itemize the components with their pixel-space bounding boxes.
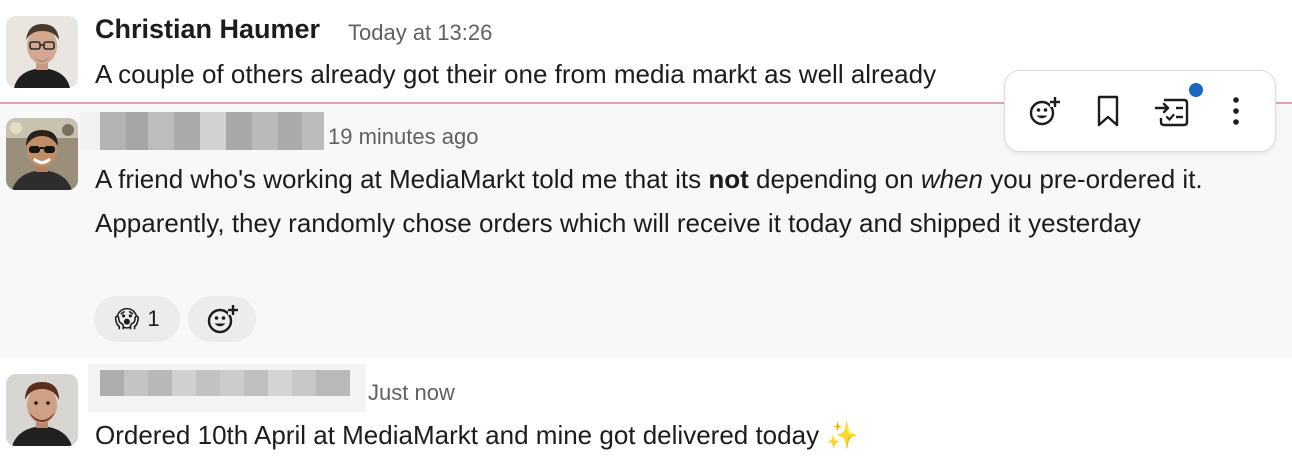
- message-text: Ordered 10th April at MediaMarkt and min…: [95, 413, 1285, 457]
- text-italic: when: [920, 164, 983, 194]
- more-actions-icon: [1233, 97, 1239, 125]
- avatar-user-2[interactable]: [6, 118, 78, 190]
- message-actions-toolbar: [1004, 70, 1276, 152]
- text-segment: depending on: [748, 164, 921, 194]
- reaction-emoji: 😱: [114, 305, 140, 333]
- avatar-image: [6, 16, 78, 88]
- avatar-image: [6, 374, 78, 446]
- text-segment: Ordered 10th April at MediaMarkt and min…: [95, 420, 820, 450]
- sparkles-emoji: ✨: [826, 420, 859, 450]
- reaction-scream[interactable]: 😱 1: [94, 296, 180, 342]
- message-text: A friend who's working at MediaMarkt tol…: [95, 157, 1285, 245]
- redacted-author-name: [88, 364, 366, 412]
- avatar-image: [6, 118, 78, 190]
- reaction-count: 1: [147, 306, 160, 331]
- notification-badge: [1187, 81, 1205, 99]
- timestamp[interactable]: 19 minutes ago: [328, 124, 478, 150]
- create-task-icon: [1154, 98, 1189, 127]
- text-segment: A friend who's working at MediaMarkt tol…: [95, 164, 709, 194]
- bookmark-icon: [1097, 95, 1119, 127]
- add-reaction-button[interactable]: [188, 296, 256, 342]
- save-button[interactable]: [1085, 88, 1131, 134]
- add-reaction-icon: [1029, 97, 1060, 126]
- add-emoji-icon: [207, 305, 238, 334]
- avatar-christian[interactable]: [6, 16, 78, 88]
- text-bold: not: [708, 164, 749, 194]
- avatar-user-3[interactable]: [6, 374, 78, 446]
- timestamp[interactable]: Just now: [368, 380, 455, 406]
- message-redacted-2[interactable]: Just now Ordered 10th April at MediaMark…: [0, 358, 1292, 468]
- redacted-author-name: [80, 112, 324, 150]
- timestamp[interactable]: Today at 13:26: [348, 20, 492, 46]
- author-name[interactable]: Christian Haumer: [95, 14, 320, 45]
- add-reaction-button[interactable]: [1021, 88, 1067, 134]
- more-actions-button[interactable]: [1213, 88, 1259, 134]
